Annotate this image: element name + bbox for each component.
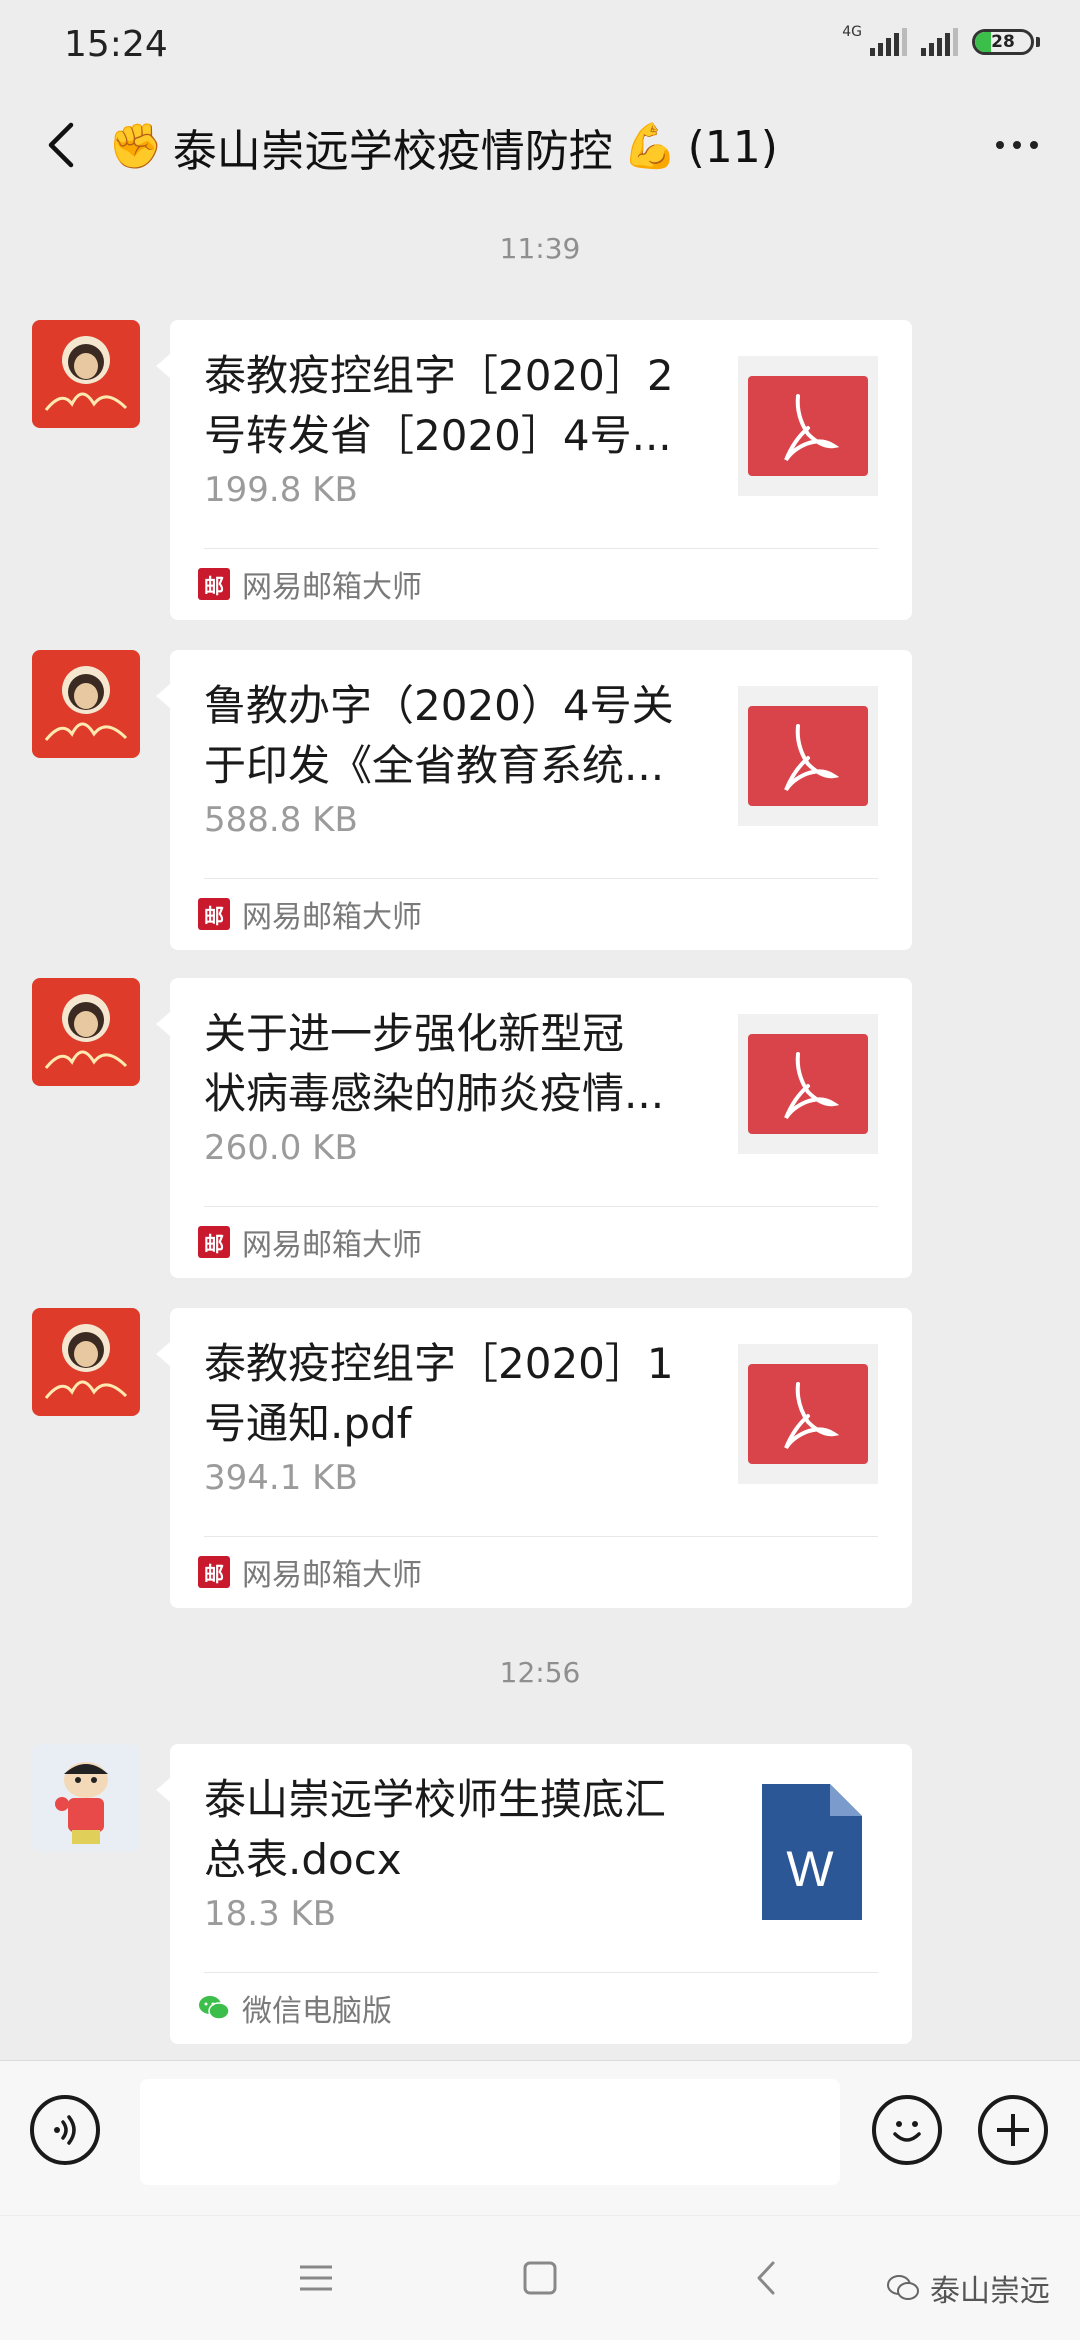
chevron-left-icon xyxy=(48,122,74,168)
group-name: 泰山崇远学校疫情防控 xyxy=(172,126,613,177)
word-file-icon: W xyxy=(738,1780,878,1920)
signal-icon-2 xyxy=(921,28,958,56)
source-label: 网易邮箱大师 xyxy=(242,900,422,935)
file-size: 260.0 KB xyxy=(204,1128,358,1168)
divider xyxy=(204,1536,878,1537)
signal-icon xyxy=(870,28,907,56)
sender-avatar[interactable] xyxy=(32,1744,140,1852)
battery-cap xyxy=(1036,37,1040,47)
smiley-icon xyxy=(893,2121,921,2142)
message-input[interactable] xyxy=(140,2079,840,2185)
status-icons: 4G 28 xyxy=(842,24,1040,56)
file-card[interactable]: 泰教疫控组字［2020］1 号通知.pdf 394.1 KB 邮 网易邮箱大师 xyxy=(156,1308,912,1608)
status-bar: 15:24 4G 28 xyxy=(0,0,1080,95)
source-label: 网易邮箱大师 xyxy=(242,1558,422,1593)
chevron-left-icon xyxy=(757,2261,775,2295)
home-nav-button[interactable] xyxy=(510,2248,570,2308)
avatar-portrait-icon xyxy=(44,994,128,1069)
netease-mail-icon: 邮 xyxy=(198,898,230,930)
watermark-text: 泰山崇远 xyxy=(930,2274,1050,2309)
pdf-file-icon xyxy=(738,1344,878,1484)
back-button[interactable] xyxy=(28,113,92,177)
sender-avatar[interactable] xyxy=(32,650,140,758)
file-name: 泰教疫控组字［2020］1 号通知.pdf xyxy=(204,1339,674,1448)
netease-mail-icon: 邮 xyxy=(198,1556,230,1588)
file-name: 泰山崇远学校师生摸底汇 总表.docx xyxy=(204,1775,667,1884)
status-time: 15:24 xyxy=(64,24,168,65)
wechat-icon xyxy=(199,1996,230,2020)
watermark: 泰山崇远 xyxy=(886,2266,1050,2310)
chat-header: ✊ 泰山崇远学校疫情防控 💪 (11) xyxy=(0,95,1080,190)
source-label: 微信电脑版 xyxy=(242,1994,392,2029)
message-item: 泰教疫控组字［2020］2 号转发省［2020］4号... 199.8 KB 邮… xyxy=(32,320,912,620)
source-app: 微信电脑版 xyxy=(198,1984,392,2032)
divider xyxy=(204,1206,878,1207)
file-card[interactable]: 关于进一步强化新型冠 状病毒感染的肺炎疫情... 260.0 KB 邮 网易邮箱… xyxy=(156,978,912,1278)
battery-level: 28 xyxy=(991,32,1015,52)
divider xyxy=(204,1972,878,1973)
file-name: 鲁教办字（2020）4号关 于印发《全省教育系统... xyxy=(204,681,674,790)
raised-fist-icon: ✊ xyxy=(108,121,163,172)
flexed-biceps-icon: 💪 xyxy=(622,121,678,172)
source-app: 邮 网易邮箱大师 xyxy=(198,560,422,608)
file-name: 关于进一步强化新型冠 状病毒感染的肺炎疫情... xyxy=(204,1009,665,1118)
source-label: 网易邮箱大师 xyxy=(242,1228,422,1263)
source-app: 邮 网易邮箱大师 xyxy=(198,890,422,938)
file-card[interactable]: 泰教疫控组字［2020］2 号转发省［2020］4号... 199.8 KB 邮… xyxy=(156,320,912,620)
timestamp: 12:56 xyxy=(499,1656,581,1689)
divider xyxy=(204,878,878,879)
netease-mail-icon: 邮 xyxy=(198,568,230,600)
sender-avatar[interactable] xyxy=(32,978,140,1086)
pdf-file-icon xyxy=(738,686,878,826)
source-app: 邮 网易邮箱大师 xyxy=(198,1218,422,1266)
cartoon-avatar-icon xyxy=(55,1762,108,1844)
more-options-button[interactable] xyxy=(982,115,1052,175)
emoji-button[interactable] xyxy=(872,2095,942,2165)
back-nav-button[interactable] xyxy=(736,2248,796,2308)
file-name: 泰教疫控组字［2020］2 号转发省［2020］4号... xyxy=(204,351,674,460)
chat-title: ✊ 泰山崇远学校疫情防控 💪 (11) xyxy=(108,115,778,179)
netease-mail-icon: 邮 xyxy=(198,1226,230,1258)
network-type-label: 4G xyxy=(842,24,862,40)
home-square-icon xyxy=(523,2261,557,2295)
menu-icon xyxy=(300,2265,332,2291)
file-size: 588.8 KB xyxy=(204,800,358,840)
system-nav-bar: 泰山崇远 xyxy=(0,2216,1080,2340)
avatar-portrait-icon xyxy=(44,1324,128,1399)
input-bar xyxy=(0,2060,1080,2215)
pdf-file-icon xyxy=(738,356,878,496)
source-label: 网易邮箱大师 xyxy=(242,570,422,605)
file-size: 199.8 KB xyxy=(204,470,358,510)
file-size: 18.3 KB xyxy=(204,1894,337,1934)
menu-nav-button[interactable] xyxy=(286,2248,346,2308)
timestamp: 11:39 xyxy=(499,232,581,265)
divider xyxy=(204,548,878,549)
member-count: (11) xyxy=(687,121,778,173)
file-size: 394.1 KB xyxy=(204,1458,358,1498)
wechat-watermark-icon xyxy=(887,2275,919,2300)
message-item: 鲁教办字（2020）4号关 于印发《全省教育系统... 588.8 KB 邮 网… xyxy=(32,650,912,950)
avatar-portrait-icon xyxy=(44,666,128,741)
sender-avatar[interactable] xyxy=(32,320,140,428)
avatar-portrait-icon xyxy=(44,336,128,411)
plus-icon xyxy=(997,2114,1029,2146)
voice-icon xyxy=(54,2115,76,2145)
source-app: 邮 网易邮箱大师 xyxy=(198,1548,422,1596)
message-item: 关于进一步强化新型冠 状病毒感染的肺炎疫情... 260.0 KB 邮 网易邮箱… xyxy=(32,978,912,1278)
pdf-file-icon xyxy=(738,1014,878,1154)
file-card[interactable]: 泰山崇远学校师生摸底汇 总表.docx 18.3 KB W 微信电脑版 xyxy=(156,1744,912,2044)
voice-input-button[interactable] xyxy=(30,2095,100,2165)
sender-avatar[interactable] xyxy=(32,1308,140,1416)
word-letter: W xyxy=(786,1841,834,1897)
more-functions-button[interactable] xyxy=(978,2095,1048,2165)
message-item: 泰教疫控组字［2020］1 号通知.pdf 394.1 KB 邮 网易邮箱大师 xyxy=(32,1308,912,1608)
battery-icon: 28 xyxy=(972,29,1034,55)
file-card[interactable]: 鲁教办字（2020）4号关 于印发《全省教育系统... 588.8 KB 邮 网… xyxy=(156,650,912,950)
message-item: 泰山崇远学校师生摸底汇 总表.docx 18.3 KB W 微信电脑版 xyxy=(32,1744,912,2044)
